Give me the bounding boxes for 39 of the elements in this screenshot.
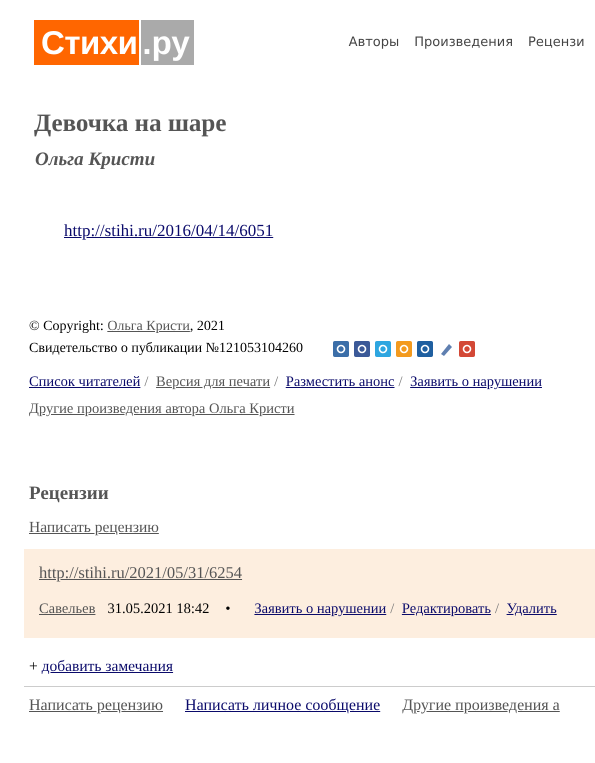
action-link[interactable]: Список читателей (29, 374, 140, 390)
review-date: 31.05.2021 18:42 (107, 601, 210, 618)
review-link[interactable]: http://stihi.ru/2021/05/31/6254 (39, 563, 242, 582)
other-works-link[interactable]: Другие произведения автора Ольга Кристи (29, 401, 295, 417)
poem-link[interactable]: http://stihi.ru/2016/04/14/6051 (64, 221, 274, 240)
nav-link[interactable]: Авторы (348, 35, 400, 50)
separator: / (398, 374, 403, 390)
share-icon[interactable] (438, 341, 454, 357)
copyright-label: © Copyright: (29, 319, 104, 334)
reviewer-link[interactable]: Савельев (39, 601, 96, 618)
separator: / (494, 601, 499, 617)
bullet: • (225, 601, 230, 618)
separator: / (274, 374, 278, 390)
action-link[interactable]: Версия для печати (156, 374, 270, 390)
reviews-heading: Рецензии (29, 483, 110, 505)
nav-link[interactable]: Рецензи (528, 35, 585, 50)
share-icon[interactable] (354, 341, 370, 357)
poem-title: Девочка на шаре (34, 109, 228, 139)
nav-link[interactable]: Произведения (414, 35, 514, 50)
footer-link[interactable]: Написать личное сообщение (185, 697, 380, 715)
copyright-year: , 2021 (190, 319, 225, 334)
review-action-link[interactable]: Редактировать (402, 601, 491, 617)
footer-link[interactable]: Другие произведения а (402, 697, 560, 715)
separator: / (390, 601, 394, 617)
share-icon[interactable] (417, 341, 434, 357)
share-icon[interactable] (459, 341, 476, 357)
action-link[interactable]: Разместить анонс (286, 374, 394, 390)
separator: / (144, 374, 148, 390)
action-link[interactable]: Заявить о нарушении (410, 374, 542, 390)
share-icon[interactable] (333, 341, 350, 357)
write-review-link[interactable]: Написать рецензию (29, 519, 159, 536)
review-action-link[interactable]: Заявить о нарушении (254, 601, 386, 617)
add-remark-link[interactable]: добавить замечания (42, 658, 174, 675)
plus-sign: + (29, 658, 38, 675)
author-link[interactable]: Ольга Кристи (107, 319, 190, 334)
poem-author: Ольга Кристи (35, 149, 156, 171)
review-action-link[interactable]: Удалить (506, 601, 557, 617)
certificate-text: Свидетельство о публикации №121053104260 (29, 340, 304, 358)
footer-link[interactable]: Написать рецензию (29, 697, 164, 715)
